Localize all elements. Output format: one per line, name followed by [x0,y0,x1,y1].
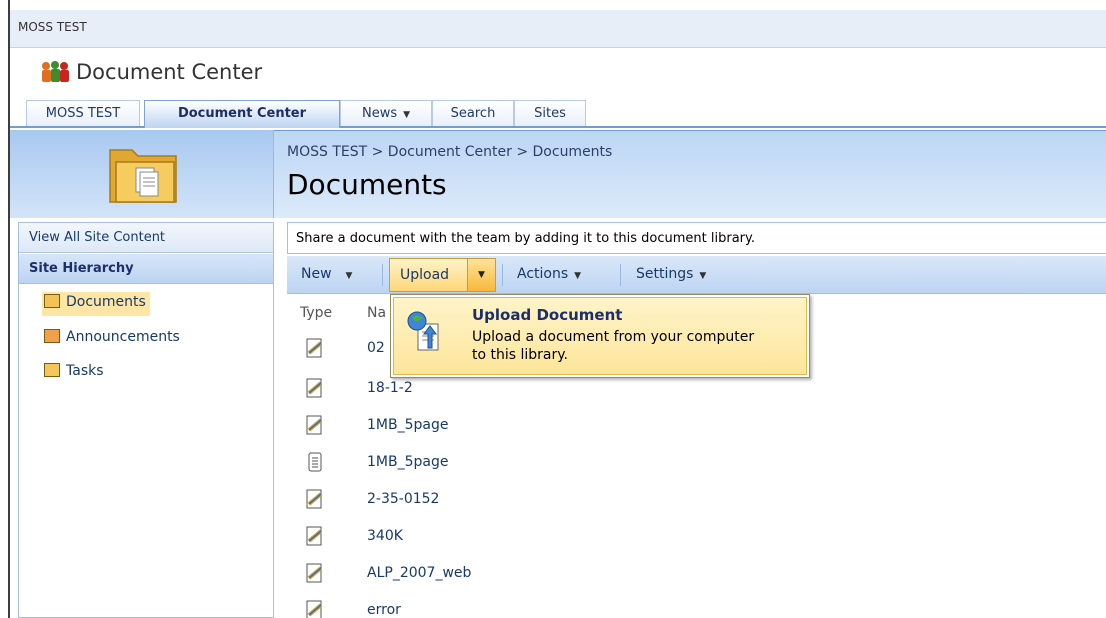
tab-document-center[interactable]: Document Center [144,100,340,128]
new-menu-button[interactable]: New ▼ [301,266,352,282]
tab-label: Sites [534,106,566,121]
nav-item-label: Documents [66,294,146,310]
banner-image-area [10,130,274,218]
document-name-link[interactable]: 18-1-2 [367,380,413,396]
chevron-down-icon: ▼ [699,271,707,281]
nav-item-label: Tasks [66,363,104,379]
toolbar-divider [620,264,621,286]
site-title-bar: Document Center [10,48,1106,98]
document-name-link[interactable]: error [367,602,401,618]
top-nav-tabs: MOSS TEST Document Center News ▼ Search S… [10,98,1106,128]
tab-label: Document Center [177,106,307,121]
toolbar-divider [502,264,503,286]
upload-document-icon [407,311,439,351]
document-name-link[interactable]: 2-35-0152 [367,491,439,507]
word-document-icon [306,415,323,435]
people-icon [42,61,69,82]
toolbar-divider [382,264,383,286]
document-library-icon [44,294,60,308]
chevron-down-icon: ▼ [478,270,485,280]
upload-document-description: Upload a document from your computer to … [472,329,755,363]
tab-moss-test[interactable]: MOSS TEST [26,100,140,126]
nav-item-announcements[interactable]: Announcements [44,329,180,353]
breadcrumb[interactable]: MOSS TEST > Document Center > Documents [287,144,612,160]
new-label: New [301,266,332,282]
site-title[interactable]: Document Center [76,60,262,84]
actions-menu-button[interactable]: Actions ▼ [517,266,581,282]
column-header-name[interactable]: Na [367,305,386,321]
library-description: Share a document with the team by adding… [287,222,1106,254]
window-edge [0,0,8,618]
settings-menu-button[interactable]: Settings ▼ [636,266,706,282]
table-row[interactable]: 2-35-0152 [287,481,1106,518]
tab-label: Search [450,106,496,121]
nav-item-documents[interactable]: Documents [42,292,150,316]
tab-sites[interactable]: Sites [514,100,586,126]
document-name-link[interactable]: 1MB_5page [367,454,448,470]
upload-label: Upload [400,267,450,283]
page-title: Documents [287,168,447,201]
upload-menu: Upload Document Upload a document from y… [390,294,810,378]
chevron-down-icon: ▼ [574,271,582,281]
tab-label: MOSS TEST [45,106,121,121]
upload-document-menu-item[interactable]: Upload Document Upload a document from y… [393,297,807,375]
word-document-icon [306,526,323,546]
chevron-down-icon: ▼ [345,271,353,281]
table-row[interactable]: 1MB_5page [287,444,1106,481]
word-document-icon [306,600,323,618]
document-name-link[interactable]: 1MB_5page [367,417,448,433]
upload-dropdown-button[interactable]: ▼ [468,258,496,292]
chevron-down-icon: ▼ [403,110,411,120]
document-name-link[interactable]: 340K [367,528,403,544]
table-row[interactable]: 1MB_5page [287,407,1106,444]
upload-button[interactable]: Upload [389,258,468,292]
document-name-link[interactable]: ALP_2007_web [367,565,471,581]
document-name-link[interactable]: 02 [367,340,385,356]
tab-search[interactable]: Search [432,100,514,126]
view-all-site-content-link[interactable]: View All Site Content [19,223,273,253]
word-document-icon [306,489,323,509]
column-header-type[interactable]: Type [300,305,332,321]
word-document-icon [306,563,323,583]
table-row[interactable]: error [287,592,1106,618]
word-document-icon [306,338,323,358]
nav-item-tasks[interactable]: Tasks [44,363,104,387]
quick-launch: View All Site Content Site Hierarchy [18,222,274,618]
table-row[interactable]: ALP_2007_web [287,555,1106,592]
table-row[interactable]: 340K [287,518,1106,555]
tab-label: News [361,106,398,121]
announcements-icon [44,329,60,343]
tab-news[interactable]: News ▼ [340,100,432,126]
folder-icon [109,149,177,203]
text-document-icon [308,452,322,472]
top-site-bar: MOSS TEST [10,10,1106,48]
site-hierarchy-heading[interactable]: Site Hierarchy [19,254,273,284]
tasks-icon [44,363,60,377]
nav-item-label: Announcements [66,329,180,345]
top-site-link[interactable]: MOSS TEST [18,20,87,34]
description-text: Share a document with the team by adding… [296,231,755,246]
settings-label: Settings [636,266,694,282]
word-document-icon [306,378,323,398]
actions-label: Actions [517,266,569,282]
upload-document-title: Upload Document [472,306,623,324]
